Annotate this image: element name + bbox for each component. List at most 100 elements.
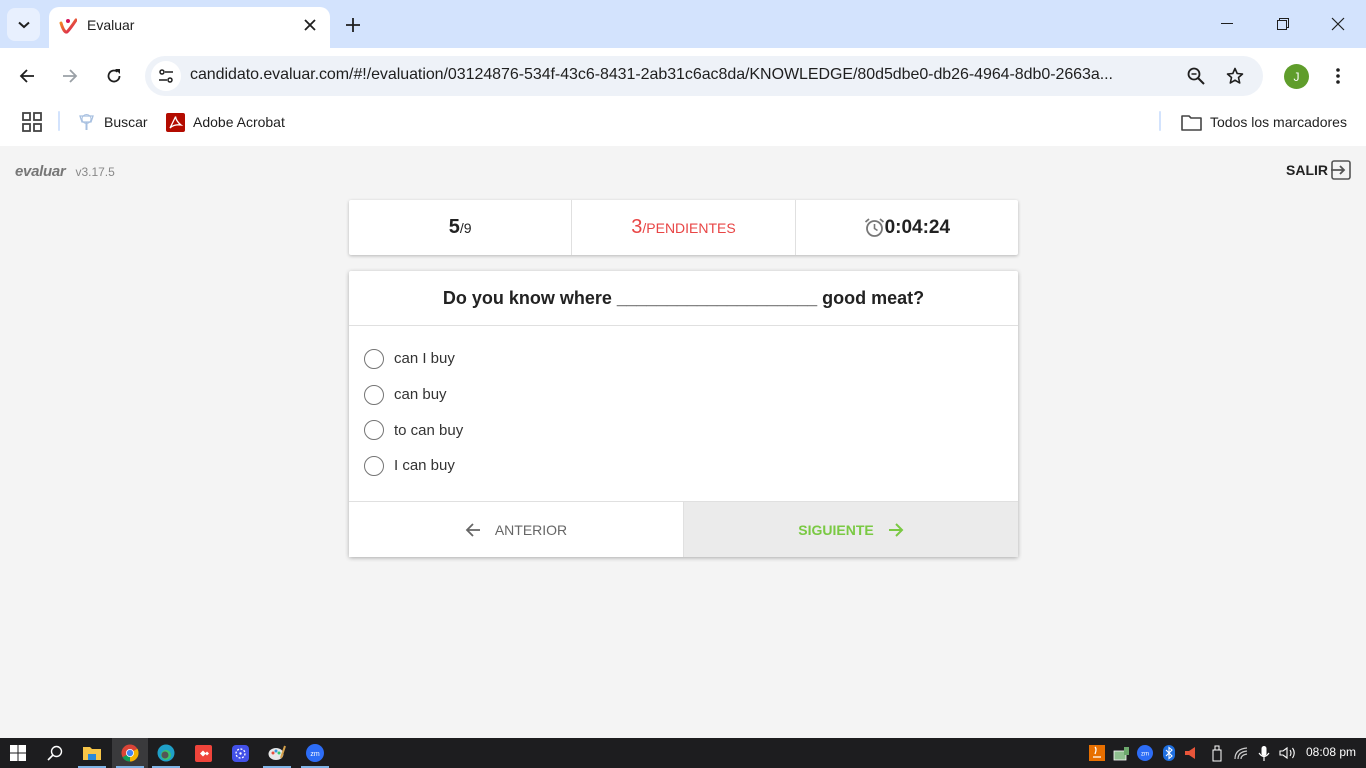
question-text: Do you know where ____________________ g… bbox=[349, 271, 1018, 326]
taskbar-chrome[interactable] bbox=[112, 738, 148, 768]
zoom-magnifier-icon bbox=[1187, 67, 1205, 85]
option-label: can I buy bbox=[394, 350, 455, 368]
browser-tab[interactable]: Evaluar bbox=[49, 7, 330, 48]
apps-grid-icon[interactable] bbox=[22, 112, 42, 132]
logout-button[interactable]: SALIR bbox=[1286, 160, 1351, 180]
pending-count: 3 bbox=[631, 216, 643, 238]
arrow-left-icon bbox=[465, 522, 480, 537]
next-button[interactable]: SIGUIENTE bbox=[684, 502, 1018, 557]
answer-option[interactable]: can I buy bbox=[364, 341, 1018, 377]
zoom-button[interactable] bbox=[1184, 64, 1208, 88]
taskbar-clock[interactable]: 08:08 pm bbox=[1306, 745, 1356, 759]
url-text[interactable]: candidato.evaluar.com/#!/evaluation/0312… bbox=[190, 66, 1175, 84]
all-bookmarks-button[interactable]: Todos los marcadores bbox=[1181, 110, 1347, 134]
answer-option[interactable]: can buy bbox=[364, 377, 1018, 413]
radio-button[interactable] bbox=[364, 348, 384, 369]
tray-microphone-icon[interactable] bbox=[1255, 744, 1273, 762]
tab-search-button[interactable] bbox=[7, 8, 40, 41]
taskbar-zoom[interactable]: zm bbox=[297, 738, 333, 768]
close-icon bbox=[304, 19, 316, 31]
bookmarks-separator bbox=[1159, 111, 1161, 131]
tray-audio-app-icon[interactable] bbox=[1182, 744, 1200, 762]
app-version: v3.17.5 bbox=[75, 165, 115, 179]
tray-volume-icon[interactable] bbox=[1279, 744, 1297, 762]
more-vertical-icon bbox=[1336, 68, 1340, 84]
minimize-icon bbox=[1221, 23, 1233, 24]
site-info-button[interactable] bbox=[151, 61, 181, 91]
tray-network-app-icon[interactable] bbox=[1112, 744, 1130, 762]
tab-title: Evaluar bbox=[87, 17, 135, 33]
progress-status-bar: 5/9 3/PENDIENTES 0:04:24 bbox=[349, 200, 1018, 255]
logout-icon bbox=[1331, 160, 1351, 180]
bookmark-star-button[interactable] bbox=[1223, 64, 1247, 88]
browser-menu-button[interactable] bbox=[1326, 62, 1350, 90]
star-icon bbox=[1226, 67, 1244, 84]
close-icon bbox=[1331, 17, 1345, 31]
chrome-icon bbox=[121, 744, 139, 762]
current-question-number: 5 bbox=[448, 216, 460, 238]
taskbar-file-explorer[interactable] bbox=[74, 738, 110, 768]
profile-avatar[interactable]: J bbox=[1284, 64, 1309, 89]
tray-wifi-icon[interactable] bbox=[1232, 744, 1250, 762]
bookmark-buscar[interactable]: Buscar bbox=[77, 110, 148, 134]
reload-button[interactable] bbox=[98, 60, 130, 92]
taskbar-search-button[interactable] bbox=[37, 738, 73, 768]
answer-option[interactable]: to can buy bbox=[364, 412, 1018, 448]
radio-button[interactable] bbox=[364, 420, 384, 441]
previous-label: ANTERIOR bbox=[494, 521, 568, 538]
timer-value: 0:04:24 bbox=[884, 216, 951, 238]
logout-label: SALIR bbox=[1286, 162, 1328, 178]
forward-button[interactable] bbox=[54, 60, 86, 92]
question-navigation: ANTERIOR SIGUIENTE bbox=[349, 501, 1018, 557]
restore-icon bbox=[1277, 18, 1289, 30]
plus-icon bbox=[346, 18, 360, 32]
answer-options: can I buy can buy to can buy I can buy bbox=[349, 326, 1018, 484]
tray-usb-icon[interactable] bbox=[1208, 744, 1226, 762]
arrow-right-icon bbox=[888, 522, 904, 537]
file-explorer-icon bbox=[83, 747, 101, 760]
answer-option[interactable]: I can buy bbox=[364, 448, 1018, 484]
taskbar-app-launcher[interactable] bbox=[222, 738, 258, 768]
evaluation-page: evaluar v3.17.5 SALIR 5/9 3/PENDIENTES 0… bbox=[0, 146, 1366, 738]
edge-icon bbox=[157, 744, 175, 762]
close-window-button[interactable] bbox=[1310, 0, 1366, 48]
browser-tabstrip: Evaluar bbox=[0, 0, 1366, 48]
restore-button[interactable] bbox=[1255, 0, 1311, 48]
question-card: Do you know where ____________________ g… bbox=[349, 271, 1018, 557]
minimize-button[interactable] bbox=[1199, 0, 1255, 48]
pending-label: /PENDIENTES bbox=[642, 219, 736, 236]
previous-button[interactable]: ANTERIOR bbox=[349, 502, 684, 557]
bookmark-adobe-acrobat[interactable]: Adobe Acrobat bbox=[166, 110, 285, 134]
windows-logo-icon bbox=[10, 745, 26, 761]
new-tab-button[interactable] bbox=[340, 12, 366, 38]
windows-taskbar: zm zm 08:08 pm bbox=[0, 738, 1366, 768]
taskbar-paint[interactable] bbox=[259, 738, 295, 768]
arrow-right-icon bbox=[63, 69, 78, 83]
all-bookmarks-label: Todos los marcadores bbox=[1210, 114, 1347, 130]
address-bar[interactable]: candidato.evaluar.com/#!/evaluation/0312… bbox=[145, 56, 1263, 96]
folder-icon bbox=[1181, 114, 1202, 131]
bookmarks-separator bbox=[58, 111, 60, 131]
taskbar-edge[interactable] bbox=[148, 738, 184, 768]
tray-bluetooth-icon[interactable] bbox=[1160, 744, 1178, 762]
alarm-clock-icon bbox=[864, 218, 884, 237]
option-label: can buy bbox=[394, 386, 447, 404]
bookmarks-bar: Buscar Adobe Acrobat Todos los marcadore… bbox=[0, 104, 1366, 146]
tab-close-button[interactable] bbox=[300, 15, 320, 35]
pending-counter: 3/PENDIENTES bbox=[572, 200, 796, 255]
radio-button[interactable] bbox=[364, 384, 384, 405]
app-brand: evaluar v3.17.5 bbox=[15, 163, 115, 180]
search-bookmark-icon bbox=[79, 113, 94, 130]
tray-java-icon[interactable] bbox=[1088, 744, 1106, 762]
browser-toolbar: candidato.evaluar.com/#!/evaluation/0312… bbox=[0, 48, 1366, 104]
bookmark-label: Adobe Acrobat bbox=[193, 114, 285, 130]
radio-button[interactable] bbox=[364, 455, 384, 476]
total-questions: /9 bbox=[459, 219, 472, 236]
evaluar-logo: evaluar bbox=[15, 163, 66, 180]
back-button[interactable] bbox=[11, 60, 43, 92]
start-button[interactable] bbox=[0, 738, 36, 768]
tray-zoom-icon[interactable]: zm bbox=[1136, 744, 1154, 762]
taskbar-anydesk[interactable] bbox=[185, 738, 221, 768]
adobe-acrobat-icon bbox=[166, 112, 185, 132]
chevron-down-icon bbox=[17, 21, 30, 28]
